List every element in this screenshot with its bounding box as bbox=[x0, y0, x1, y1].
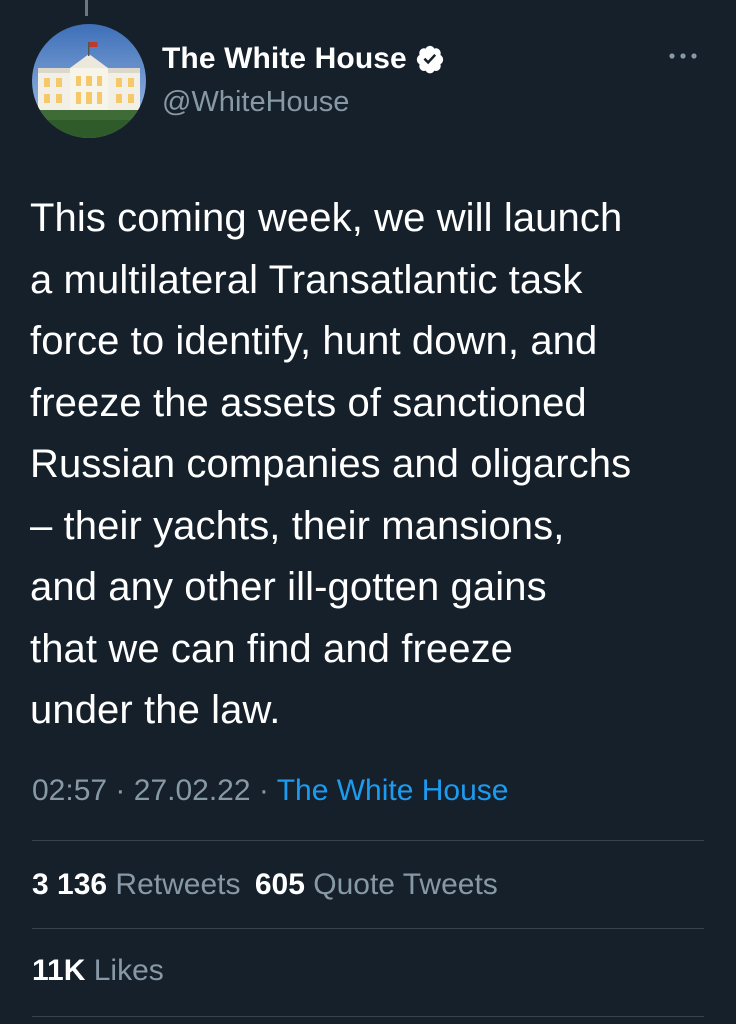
avatar[interactable] bbox=[32, 24, 146, 138]
quotes-count: 605 bbox=[254, 868, 305, 901]
verified-badge-icon bbox=[415, 44, 445, 74]
divider bbox=[32, 1016, 704, 1017]
quote-tweets-stat[interactable]: 605 Quote Tweets bbox=[255, 868, 498, 901]
white-house-avatar-icon bbox=[32, 24, 146, 138]
retweets-count: 3 136 bbox=[32, 868, 108, 901]
divider bbox=[32, 928, 704, 929]
display-name[interactable]: The White House bbox=[162, 42, 407, 76]
tweet-date[interactable]: 27.02.22 bbox=[134, 774, 251, 807]
tweet-meta: 02:57 · 27.02.22 · The White House bbox=[32, 774, 508, 808]
tweet-time[interactable]: 02:57 bbox=[32, 774, 107, 807]
likes-row: 11K Likes bbox=[32, 954, 164, 988]
retweets-label: Retweets bbox=[115, 868, 241, 901]
quotes-label: Quote Tweets bbox=[313, 868, 498, 901]
likes-stat[interactable]: 11K Likes bbox=[32, 954, 164, 987]
divider bbox=[32, 840, 704, 841]
user-handle[interactable]: @WhiteHouse bbox=[162, 86, 349, 119]
more-options-icon[interactable] bbox=[668, 48, 698, 59]
tweet-source-link[interactable]: The White House bbox=[277, 774, 509, 807]
retweets-stat[interactable]: 3 136 Retweets bbox=[32, 868, 249, 901]
thread-connector-line bbox=[85, 0, 88, 16]
meta-separator: · bbox=[258, 774, 269, 807]
engagement-row: 3 136 Retweets 605 Quote Tweets bbox=[32, 868, 498, 902]
tweet-header: The White House @WhiteHouse bbox=[32, 24, 704, 142]
name-row: The White House bbox=[162, 42, 445, 76]
likes-label: Likes bbox=[93, 954, 164, 987]
likes-count: 11K bbox=[32, 954, 86, 987]
tweet-text: This coming week, we will launch a multi… bbox=[30, 196, 632, 732]
meta-separator: · bbox=[115, 774, 126, 807]
